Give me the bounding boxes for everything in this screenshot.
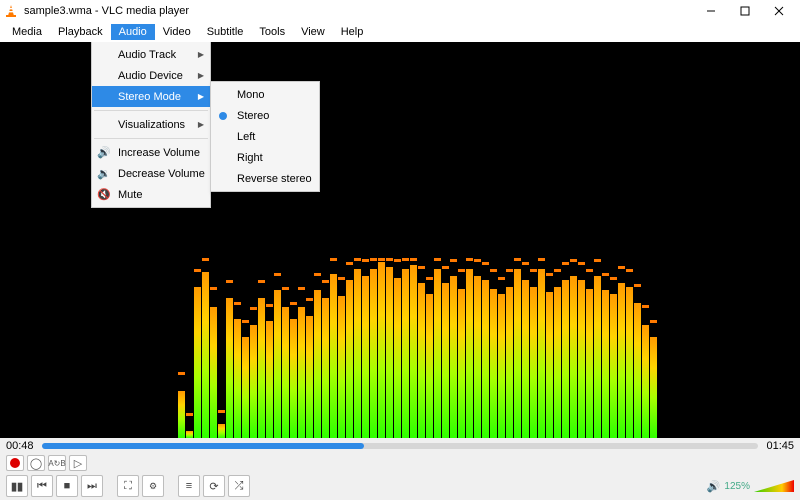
menu-separator xyxy=(94,110,208,111)
radio-selected-icon xyxy=(219,112,227,120)
menu-item-label: Stereo xyxy=(237,110,269,122)
menu-item-mute[interactable]: 🔇 Mute xyxy=(92,184,210,205)
time-current: 00:48 xyxy=(6,440,36,452)
menu-separator xyxy=(94,138,208,139)
maximize-button[interactable] xyxy=(728,1,762,21)
fullscreen-button[interactable]: ⛶ xyxy=(117,475,139,497)
stop-icon: ■ xyxy=(64,480,71,492)
volume-control[interactable]: 🔊 125% xyxy=(707,479,794,493)
speaker-icon: 🔊 xyxy=(707,480,721,493)
menu-subtitle[interactable]: Subtitle xyxy=(199,24,252,40)
menu-item-label: Audio Track xyxy=(118,49,176,61)
video-area: Audio Track▶Audio Device▶Stereo Mode▶Vis… xyxy=(0,42,800,438)
menu-item-audio-track[interactable]: Audio Track ▶ xyxy=(92,44,210,65)
close-button[interactable] xyxy=(762,1,796,21)
menu-item-label: Mute xyxy=(118,189,142,201)
atob-icon: A↻B xyxy=(48,459,65,468)
skip-back-icon: ⏮ xyxy=(37,480,47,493)
record-button[interactable] xyxy=(6,455,24,471)
snapshot-button[interactable]: ◯ xyxy=(27,455,45,471)
menu-icon: 🔉 xyxy=(97,167,111,180)
menu-item-label: Visualizations xyxy=(118,119,185,131)
stop-button[interactable]: ■ xyxy=(56,475,78,497)
next-button[interactable]: ⏭ xyxy=(81,475,103,497)
menu-item-label: Left xyxy=(237,131,255,143)
controls-toolbar: ▮▮ ⏮ ■ ⏭ ⛶ ⚙ ≡ ⟳ ⤮ 🔊 125% xyxy=(0,472,800,500)
record-icon xyxy=(10,458,20,468)
menu-item-stereo-mode[interactable]: Stereo Mode ▶ xyxy=(92,86,210,107)
menu-item-audio-device[interactable]: Audio Device ▶ xyxy=(92,65,210,86)
camera-icon: ◯ xyxy=(30,457,42,470)
spectrum-visualization xyxy=(178,258,658,438)
titlebar: sample3.wma - VLC media player xyxy=(0,0,800,22)
menubar: MediaPlaybackAudioVideoSubtitleToolsView… xyxy=(0,22,800,42)
chevron-right-icon: ▶ xyxy=(198,50,204,59)
menu-item-label: Decrease Volume xyxy=(118,168,205,180)
volume-percent: 125% xyxy=(724,481,750,492)
vlc-cone-icon xyxy=(4,4,18,18)
pause-icon: ▮▮ xyxy=(11,480,23,493)
menu-item-label: Reverse stereo xyxy=(237,173,312,185)
menu-item-label: Increase Volume xyxy=(118,147,200,159)
menu-tools[interactable]: Tools xyxy=(251,24,293,40)
menu-item-label: Mono xyxy=(237,89,265,101)
frame-step-icon: ▷ xyxy=(74,457,82,470)
volume-slider[interactable] xyxy=(754,479,794,493)
minimize-button[interactable] xyxy=(694,1,728,21)
extra-toolbar: ◯ A↻B ▷ xyxy=(0,454,800,472)
stereo-option-left[interactable]: Left xyxy=(211,126,319,147)
menu-media[interactable]: Media xyxy=(4,24,50,40)
seek-progress xyxy=(42,443,364,449)
chevron-right-icon: ▶ xyxy=(198,71,204,80)
pause-button[interactable]: ▮▮ xyxy=(6,475,28,497)
seek-slider[interactable] xyxy=(42,443,758,449)
atob-loop-button[interactable]: A↻B xyxy=(48,455,66,471)
stereo-option-mono[interactable]: Mono xyxy=(211,84,319,105)
menu-item-label: Audio Device xyxy=(118,70,183,82)
skip-forward-icon: ⏭ xyxy=(87,480,97,493)
previous-button[interactable]: ⏮ xyxy=(31,475,53,497)
window-title: sample3.wma - VLC media player xyxy=(24,5,189,17)
time-total: 01:45 xyxy=(764,440,794,452)
menu-help[interactable]: Help xyxy=(333,24,372,40)
menu-view[interactable]: View xyxy=(293,24,333,40)
stereo-option-stereo[interactable]: Stereo xyxy=(211,105,319,126)
stereo-option-right[interactable]: Right xyxy=(211,147,319,168)
menu-icon: 🔇 xyxy=(97,188,111,201)
menu-item-decrease-volume[interactable]: 🔉 Decrease Volume xyxy=(92,163,210,184)
menu-item-label: Stereo Mode xyxy=(118,91,181,103)
menu-item-increase-volume[interactable]: 🔊 Increase Volume xyxy=(92,142,210,163)
stereo-option-reverse-stereo[interactable]: Reverse stereo xyxy=(211,168,319,189)
loop-icon: ⟳ xyxy=(209,480,218,493)
menu-item-label: Right xyxy=(237,152,263,164)
extended-settings-button[interactable]: ⚙ xyxy=(142,475,164,497)
menu-playback[interactable]: Playback xyxy=(50,24,111,40)
stereo-mode-submenu: Mono Stereo Left Right Reverse stereo xyxy=(210,81,320,192)
loop-button[interactable]: ⟳ xyxy=(203,475,225,497)
menu-audio[interactable]: Audio xyxy=(111,24,155,40)
shuffle-icon: ⤮ xyxy=(235,480,244,493)
menu-video[interactable]: Video xyxy=(155,24,199,40)
chevron-right-icon: ▶ xyxy=(198,92,204,101)
frame-step-button[interactable]: ▷ xyxy=(69,455,87,471)
playlist-button[interactable]: ≡ xyxy=(178,475,200,497)
fullscreen-icon: ⛶ xyxy=(124,480,132,493)
chevron-right-icon: ▶ xyxy=(198,120,204,129)
seek-row: 00:48 01:45 xyxy=(0,438,800,454)
menu-item-visualizations[interactable]: Visualizations ▶ xyxy=(92,114,210,135)
playlist-icon: ≡ xyxy=(186,480,192,492)
random-button[interactable]: ⤮ xyxy=(228,475,250,497)
sliders-icon: ⚙ xyxy=(149,481,157,492)
menu-icon: 🔊 xyxy=(97,146,111,159)
audio-menu: Audio Track▶Audio Device▶Stereo Mode▶Vis… xyxy=(91,42,211,208)
